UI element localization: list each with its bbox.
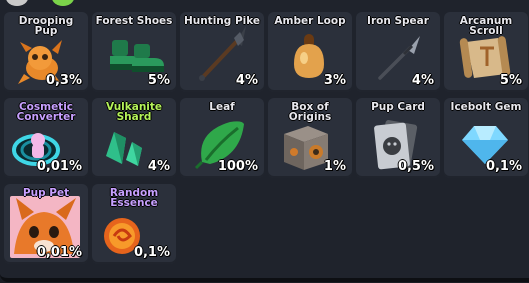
item-name: Hunting Pike bbox=[183, 15, 261, 27]
loot-tile-iron-spear[interactable]: Iron Spear 4% bbox=[356, 12, 440, 92]
drop-chance: 5% bbox=[499, 73, 522, 88]
loot-tile-icebolt-gem[interactable]: Icebolt Gem 0,1% bbox=[444, 98, 528, 178]
loot-tile-arcanum-scroll[interactable]: Arcanum Scroll 5% bbox=[444, 12, 528, 92]
loot-tile-pup-card[interactable]: Pup Card 0,5% bbox=[356, 98, 440, 178]
item-name: Iron Spear bbox=[367, 15, 429, 27]
loot-tile-random-essence[interactable]: Random Essence 0,1% bbox=[92, 184, 176, 264]
top-decoration-left bbox=[6, 0, 28, 6]
item-name: Leaf bbox=[209, 101, 235, 113]
item-name: Vulkanite Shard bbox=[105, 101, 163, 123]
drop-chance: 5% bbox=[147, 73, 170, 88]
top-decoration-right bbox=[52, 0, 74, 6]
loot-grid: Drooping Pup 0,3% Forest Shoes 5% Huntin… bbox=[4, 12, 528, 264]
item-name: Amber Loop bbox=[274, 15, 346, 27]
loot-tile-amber-loop[interactable]: Amber Loop 3% bbox=[268, 12, 352, 92]
item-name: Icebolt Gem bbox=[450, 101, 522, 113]
loot-tile-vulkanite-shard[interactable]: Vulkanite Shard 4% bbox=[92, 98, 176, 178]
drop-chance: 1% bbox=[323, 159, 346, 174]
drop-chance: 0,1% bbox=[485, 159, 522, 174]
drop-chance: 4% bbox=[411, 73, 434, 88]
loot-tile-pup-pet[interactable]: Pup Pet 0,01% bbox=[4, 184, 88, 264]
drop-chance: 4% bbox=[235, 73, 258, 88]
loot-tile-hunting-pike[interactable]: Hunting Pike 4% bbox=[180, 12, 264, 92]
loot-tile-leaf[interactable]: Leaf 100% bbox=[180, 98, 264, 178]
loot-tile-cosmetic-converter[interactable]: Cosmetic Converter 0,01% bbox=[4, 98, 88, 178]
item-name: Cosmetic Converter bbox=[16, 101, 76, 123]
item-name: Random Essence bbox=[109, 187, 159, 209]
item-name: Pup Card bbox=[371, 101, 425, 113]
item-name: Drooping Pup bbox=[18, 15, 74, 37]
item-name: Forest Shoes bbox=[95, 15, 173, 27]
drop-chance: 0,3% bbox=[45, 73, 82, 88]
drop-chance: 0,1% bbox=[133, 245, 170, 260]
drop-chance: 0,5% bbox=[397, 159, 434, 174]
drop-chance: 3% bbox=[323, 73, 346, 88]
loot-tile-forest-shoes[interactable]: Forest Shoes 5% bbox=[92, 12, 176, 92]
loot-tile-drooping-pup[interactable]: Drooping Pup 0,3% bbox=[4, 12, 88, 92]
drop-chance: 0,01% bbox=[36, 245, 82, 260]
drop-chance: 100% bbox=[217, 159, 258, 174]
item-name: Box of Origins bbox=[288, 101, 332, 123]
loot-tile-box-of-origins[interactable]: Box of Origins 1% bbox=[268, 98, 352, 178]
drop-chance: 4% bbox=[147, 159, 170, 174]
loot-table-panel: Drooping Pup 0,3% Forest Shoes 5% Huntin… bbox=[0, 0, 529, 282]
item-name: Pup Pet bbox=[22, 187, 70, 199]
item-name: Arcanum Scroll bbox=[459, 15, 513, 37]
drop-chance: 0,01% bbox=[36, 159, 82, 174]
